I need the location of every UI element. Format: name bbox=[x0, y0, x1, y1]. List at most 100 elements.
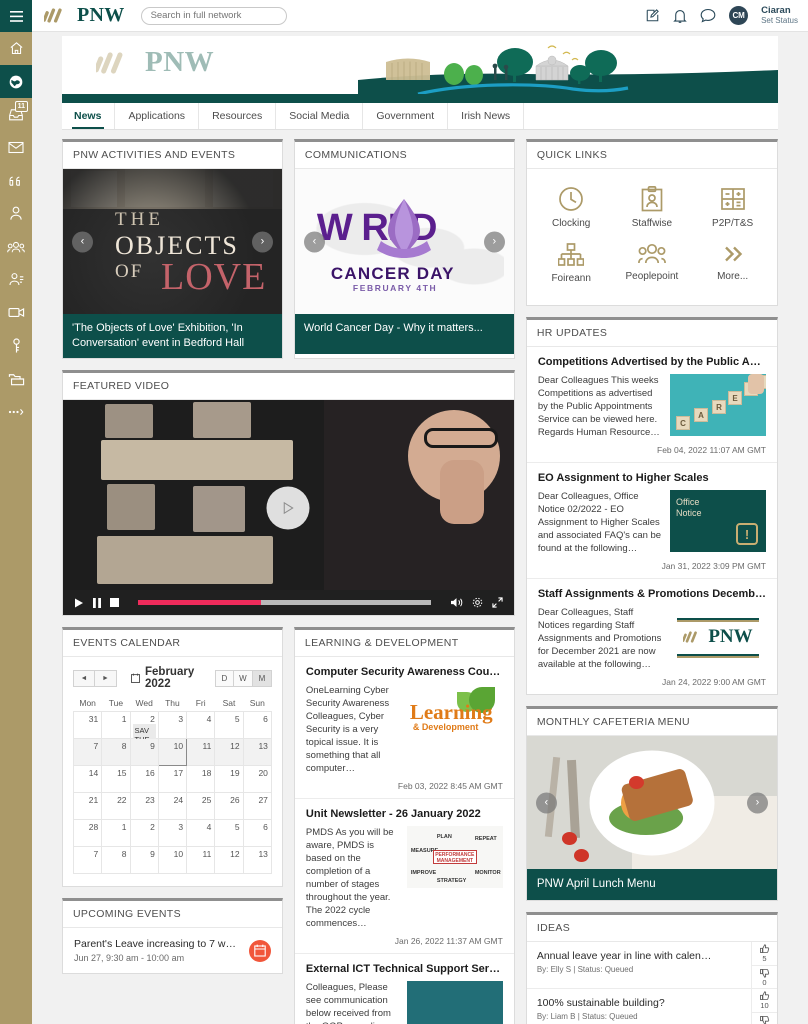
calendar-day-cell[interactable]: 26 bbox=[214, 792, 244, 820]
calendar-view-month[interactable]: M bbox=[252, 669, 272, 687]
tab-irish-news[interactable]: Irish News bbox=[448, 103, 525, 129]
quick-link-foireann[interactable]: Foireann bbox=[531, 236, 612, 291]
quick-link-p2p-ts[interactable]: P2P/T&S bbox=[692, 179, 773, 236]
sidebar-item-network[interactable] bbox=[0, 65, 32, 98]
activities-caption[interactable]: 'The Objects of Love' Exhibition, 'In Co… bbox=[63, 314, 282, 358]
quick-link-clocking[interactable]: Clocking bbox=[531, 179, 612, 236]
calendar-day-cell[interactable]: 5 bbox=[214, 819, 244, 847]
video-player[interactable] bbox=[63, 400, 514, 615]
downvote-button[interactable]: 0 bbox=[752, 965, 777, 988]
brand-logo[interactable]: PNW bbox=[44, 4, 125, 27]
calendar-view-day[interactable]: D bbox=[214, 669, 234, 687]
list-item[interactable]: Parent's Leave increasing to 7 wee… Jun … bbox=[63, 928, 282, 973]
cafeteria-caption[interactable]: PNW April Lunch Menu bbox=[526, 869, 777, 900]
volume-icon[interactable] bbox=[450, 597, 463, 608]
calendar-day-cell[interactable]: 8 bbox=[101, 846, 131, 874]
banner-logo[interactable]: PNW bbox=[96, 46, 214, 79]
pause-icon[interactable] bbox=[93, 597, 101, 608]
carousel-prev-button[interactable]: ‹ bbox=[303, 231, 325, 252]
sidebar-item-people[interactable] bbox=[0, 230, 32, 263]
carousel-next-button[interactable]: › bbox=[251, 231, 273, 252]
calendar-day-cell[interactable]: 12 bbox=[214, 846, 244, 874]
calendar-day-cell[interactable]: 20 bbox=[242, 765, 272, 793]
stop-icon[interactable] bbox=[110, 598, 119, 607]
tab-resources[interactable]: Resources bbox=[199, 103, 277, 129]
calendar-day-cell[interactable]: 16 bbox=[129, 765, 159, 793]
carousel-prev-button[interactable]: ‹ bbox=[72, 231, 93, 252]
article-title[interactable]: EO Assignment to Higher Scales bbox=[538, 472, 766, 484]
avatar[interactable]: CM bbox=[729, 6, 749, 25]
article-title[interactable]: Unit Newsletter - 26 January 2022 bbox=[306, 808, 503, 820]
calendar-day-cell[interactable]: 3 bbox=[157, 711, 188, 739]
calendar-day-cell[interactable]: 1 bbox=[101, 819, 131, 847]
calendar-next-button[interactable]: ► bbox=[95, 669, 117, 687]
calendar-day-cell[interactable]: 4 bbox=[186, 819, 216, 847]
carousel-next-button[interactable]: › bbox=[483, 231, 505, 252]
video-progress-bar[interactable] bbox=[138, 600, 431, 605]
sidebar-item-inbox[interactable]: 11 bbox=[0, 98, 32, 131]
calendar-day-cell[interactable]: 13 bbox=[242, 846, 272, 874]
calendar-day-cell[interactable]: 12 bbox=[214, 738, 244, 766]
calendar-day-cell[interactable]: 22 bbox=[101, 792, 131, 820]
compose-icon[interactable] bbox=[645, 8, 660, 23]
menu-button[interactable] bbox=[0, 0, 32, 32]
calendar-day-cell[interactable]: 25 bbox=[186, 792, 216, 820]
sidebar-item-home[interactable] bbox=[0, 32, 32, 65]
fullscreen-icon[interactable] bbox=[492, 597, 503, 608]
calendar-day-cell[interactable]: 27 bbox=[242, 792, 272, 820]
calendar-prev-button[interactable]: ◄ bbox=[73, 669, 95, 687]
tab-news[interactable]: News bbox=[62, 103, 116, 129]
calendar-day-cell[interactable]: 6 bbox=[242, 711, 272, 739]
calendar-day-cell[interactable]: 10 bbox=[157, 846, 188, 874]
calendar-day-cell[interactable]: 9 bbox=[129, 846, 159, 874]
calendar-day-cell[interactable]: 17 bbox=[157, 765, 188, 793]
sidebar-item-mail[interactable] bbox=[0, 131, 32, 164]
calendar-day-cell[interactable]: 23 bbox=[129, 792, 159, 820]
downvote-button[interactable]: 0 bbox=[752, 1012, 777, 1024]
quick-link-peoplepoint[interactable]: Peoplepoint bbox=[612, 236, 693, 291]
tab-government[interactable]: Government bbox=[363, 103, 449, 129]
calendar-day-cell[interactable]: 7 bbox=[72, 846, 103, 874]
calendar-day-cell[interactable]: 5 bbox=[214, 711, 244, 739]
settings-icon[interactable] bbox=[472, 597, 483, 608]
carousel-prev-button[interactable]: ‹ bbox=[535, 792, 557, 813]
calendar-day-cell[interactable]: 11 bbox=[186, 846, 216, 874]
calendar-day-cell[interactable]: 2 bbox=[129, 819, 159, 847]
calendar-day-cell[interactable]: 19 bbox=[214, 765, 244, 793]
tab-applications[interactable]: Applications bbox=[115, 103, 200, 129]
calendar-day-cell[interactable]: 9 bbox=[129, 738, 159, 766]
article-title[interactable]: Staff Assignments & Promotions Decemb… bbox=[538, 588, 766, 600]
upvote-button[interactable]: 10 bbox=[752, 989, 777, 1012]
calendar-day-cell[interactable]: 15 bbox=[101, 765, 131, 793]
calendar-day-cell[interactable]: 18 bbox=[186, 765, 216, 793]
quick-link-more[interactable]: More... bbox=[692, 236, 773, 291]
carousel-next-button[interactable]: › bbox=[747, 792, 768, 813]
idea-title[interactable]: Annual leave year in line with calen… bbox=[537, 950, 741, 962]
article-title[interactable]: Competitions Advertised by the Public A… bbox=[538, 356, 766, 368]
calendar-event-icon[interactable] bbox=[248, 939, 271, 962]
upcoming-event-title[interactable]: Parent's Leave increasing to 7 wee… bbox=[74, 938, 241, 950]
tab-social-media[interactable]: Social Media bbox=[276, 103, 364, 129]
user-block[interactable]: Ciaran Set Status bbox=[761, 5, 798, 26]
calendar-day-cell[interactable]: 10 bbox=[157, 738, 188, 766]
calendar-view-week[interactable]: W bbox=[233, 669, 253, 687]
calendar-day-cell[interactable]: 11 bbox=[186, 738, 216, 766]
play-circle-icon[interactable] bbox=[266, 486, 310, 529]
play-icon[interactable] bbox=[74, 598, 84, 608]
communications-caption[interactable]: World Cancer Day - Why it matters... bbox=[294, 314, 514, 354]
upvote-button[interactable]: 5 bbox=[752, 942, 777, 965]
sidebar-item-files[interactable] bbox=[0, 362, 32, 395]
sidebar-item-presenter[interactable] bbox=[0, 263, 32, 296]
calendar-day-cell[interactable]: 24 bbox=[157, 792, 188, 820]
article-title[interactable]: Computer Security Awareness Course on… bbox=[306, 666, 503, 678]
sidebar-item-more[interactable] bbox=[0, 395, 32, 428]
sidebar-item-security[interactable] bbox=[0, 329, 32, 362]
calendar-day-cell[interactable]: 7 bbox=[72, 738, 103, 766]
article-title[interactable]: External ICT Technical Support Services … bbox=[306, 963, 503, 975]
calendar-day-cell[interactable]: 31 bbox=[72, 711, 103, 739]
calendar-day-cell[interactable]: 14 bbox=[72, 765, 103, 793]
calendar-day-cell[interactable]: 3 bbox=[157, 819, 188, 847]
sidebar-item-quotes[interactable] bbox=[0, 164, 32, 197]
calendar-day-cell[interactable]: 4 bbox=[186, 711, 216, 739]
calendar-day-cell[interactable]: 21 bbox=[72, 792, 103, 820]
